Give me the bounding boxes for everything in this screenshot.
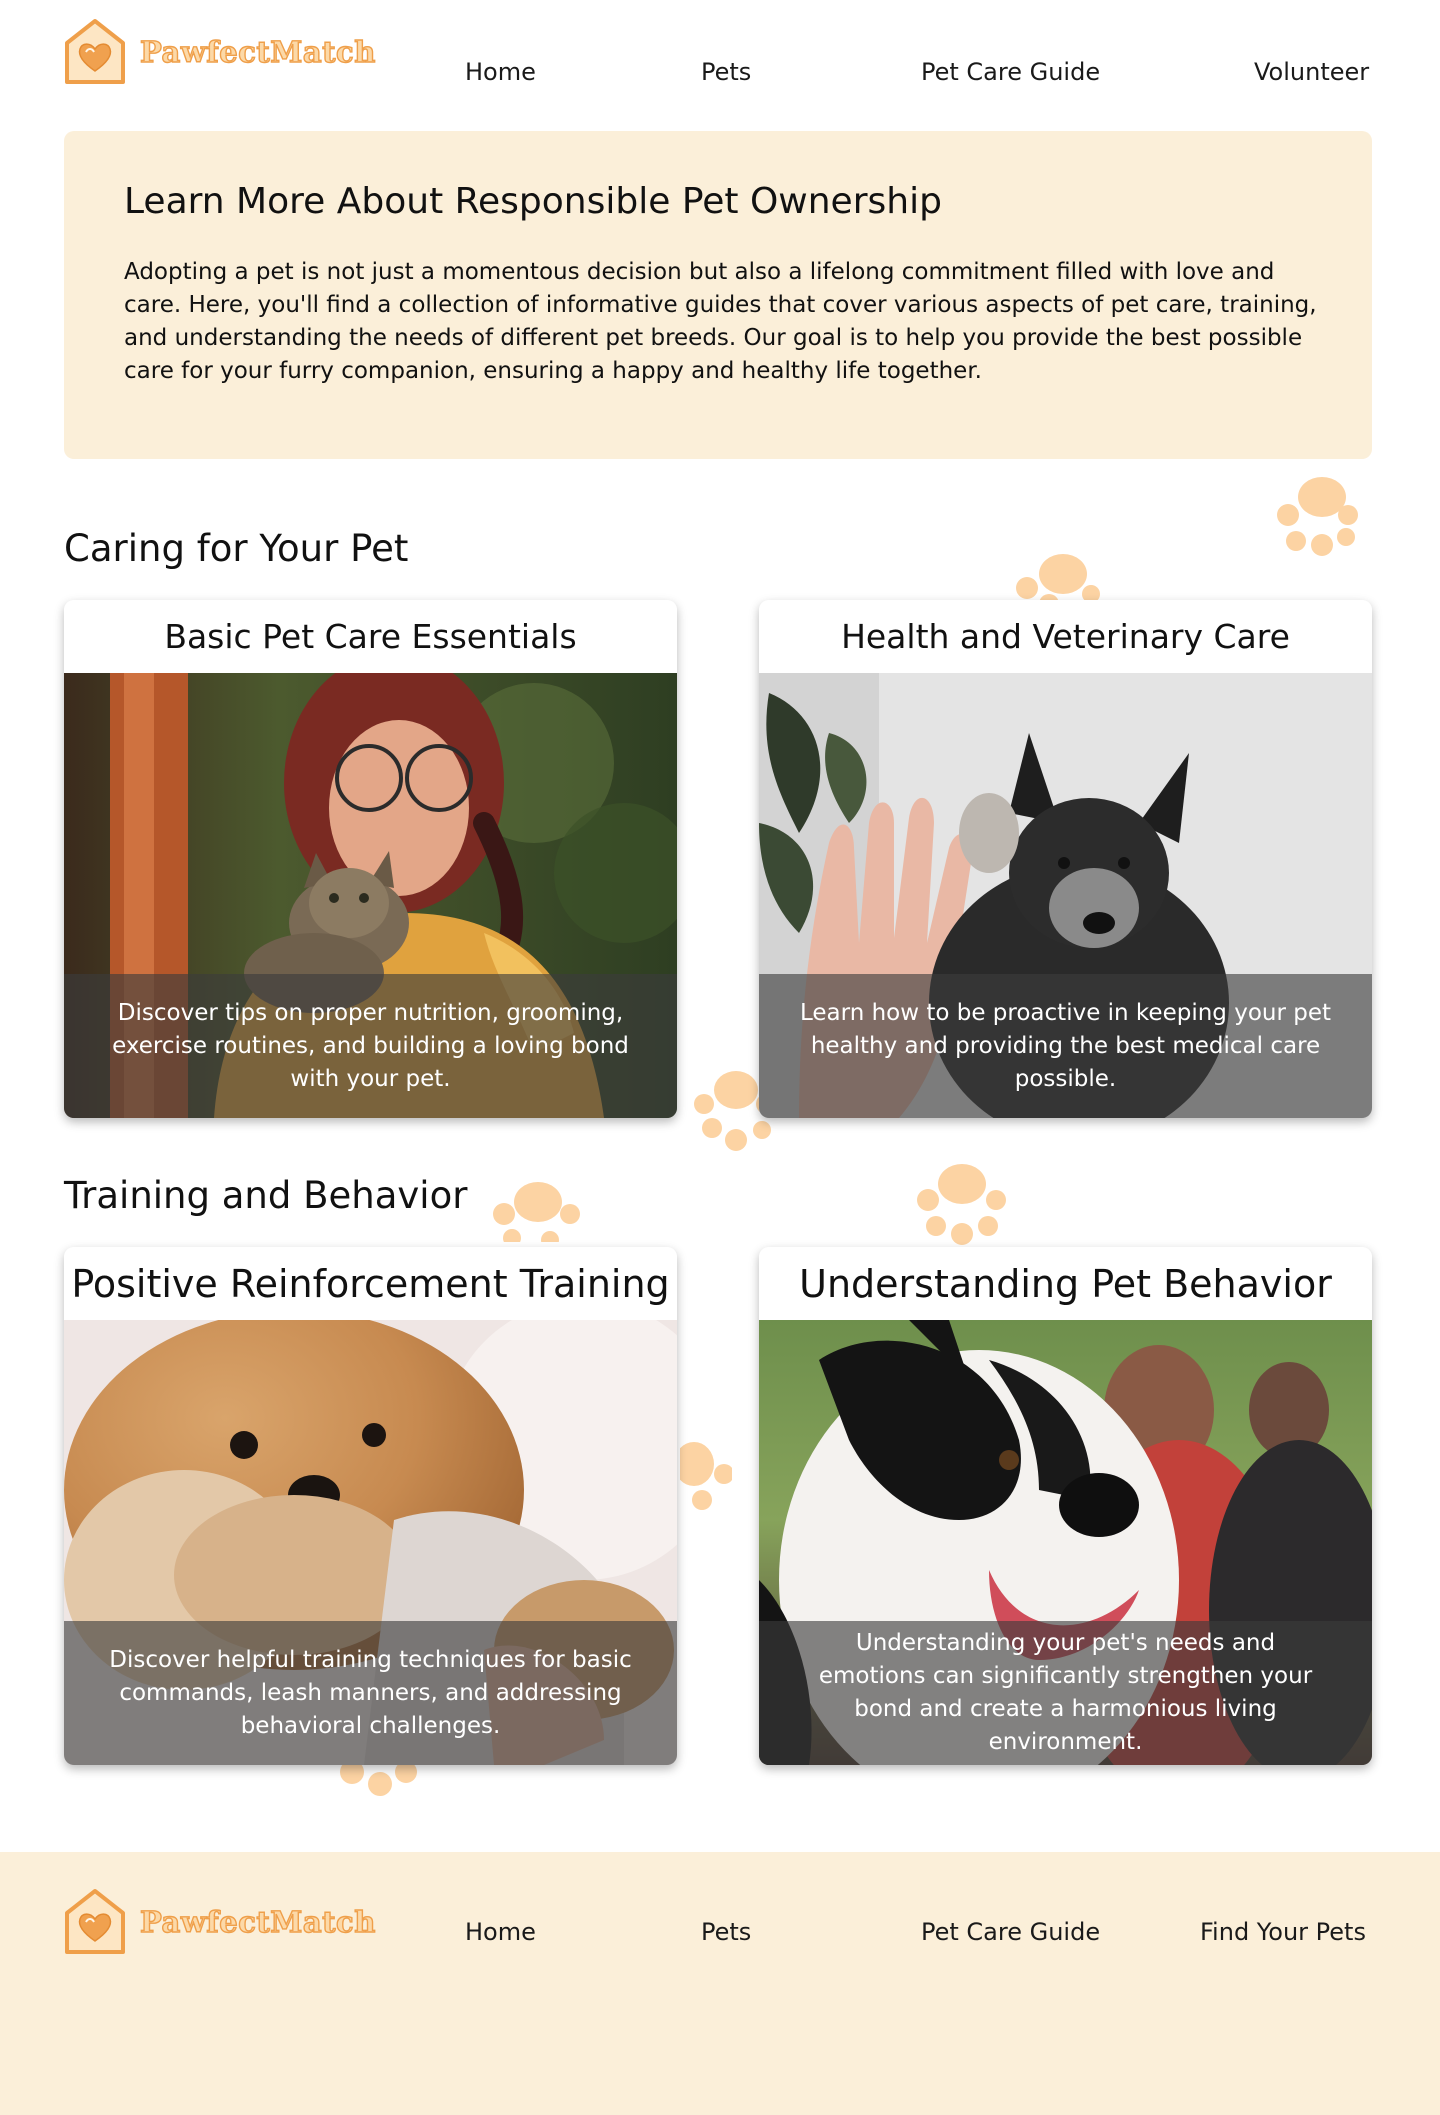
card-image-dog-high-five: Learn how to be proactive in keeping you… [759, 673, 1372, 1118]
nav-pet-care-guide[interactable]: Pet Care Guide [921, 58, 1100, 86]
section-title-caring: Caring for Your Pet [64, 527, 409, 570]
card-caption: Learn how to be proactive in keeping you… [759, 974, 1372, 1118]
card-image-border-collie: Understanding your pet's needs and emoti… [759, 1320, 1372, 1765]
header-logo[interactable]: PawfectMatch [64, 18, 376, 86]
card-image-pomeranian: Discover helpful training techniques for… [64, 1320, 677, 1765]
card-title: Health and Veterinary Care [759, 600, 1372, 673]
footer-nav-home[interactable]: Home [465, 1918, 536, 1946]
intro-text: Adopting a pet is not just a momentous d… [124, 259, 1317, 384]
paw-print-icon [917, 1164, 1006, 1245]
nav-volunteer[interactable]: Volunteer [1254, 58, 1369, 86]
card-caption: Discover helpful training techniques for… [64, 1621, 677, 1765]
card-understanding-behavior[interactable]: Understanding Pet Behavior Understanding… [759, 1247, 1372, 1765]
house-heart-icon [65, 19, 125, 84]
card-title: Basic Pet Care Essentials [64, 600, 677, 673]
site-footer: PawfectMatch Home Pets Pet Care Guide Fi… [0, 1852, 1440, 2115]
card-title: Understanding Pet Behavior [759, 1247, 1372, 1320]
intro-panel: Learn More About Responsible Pet Ownersh… [64, 131, 1372, 459]
card-title: Positive Reinforcement Training [64, 1247, 677, 1320]
card-positive-reinforcement[interactable]: Positive Reinforcement Training Discover… [64, 1247, 677, 1765]
card-caption: Understanding your pet's needs and emoti… [759, 1621, 1372, 1765]
footer-nav-pet-care-guide[interactable]: Pet Care Guide [921, 1918, 1100, 1946]
card-health-veterinary[interactable]: Health and Veterinary Care Learn how to … [759, 600, 1372, 1118]
footer-nav-pets[interactable]: Pets [701, 1918, 751, 1946]
brand-name: PawfectMatch [139, 1904, 376, 1939]
paw-print-icon [493, 1182, 580, 1242]
footer-logo[interactable]: PawfectMatch [64, 1888, 376, 1956]
card-image-woman-with-cat: Discover tips on proper nutrition, groom… [64, 673, 677, 1118]
house-heart-icon [65, 1889, 125, 1954]
card-caption: Discover tips on proper nutrition, groom… [64, 974, 677, 1118]
nav-home[interactable]: Home [465, 58, 536, 86]
paw-print-icon [680, 1442, 732, 1510]
paw-print-icon [1277, 477, 1358, 556]
section-title-training: Training and Behavior [64, 1174, 468, 1217]
brand-name: PawfectMatch [139, 34, 376, 69]
intro-title: Learn More About Responsible Pet Ownersh… [124, 181, 942, 222]
site-header: PawfectMatch Home Pets Pet Care Guide Vo… [0, 0, 1440, 130]
footer-nav-find-your-pets[interactable]: Find Your Pets [1200, 1918, 1366, 1946]
card-basic-pet-care[interactable]: Basic Pet Care Essentials Discover tips … [64, 600, 677, 1118]
paw-print-icon [1016, 554, 1100, 601]
nav-pets[interactable]: Pets [701, 58, 751, 86]
